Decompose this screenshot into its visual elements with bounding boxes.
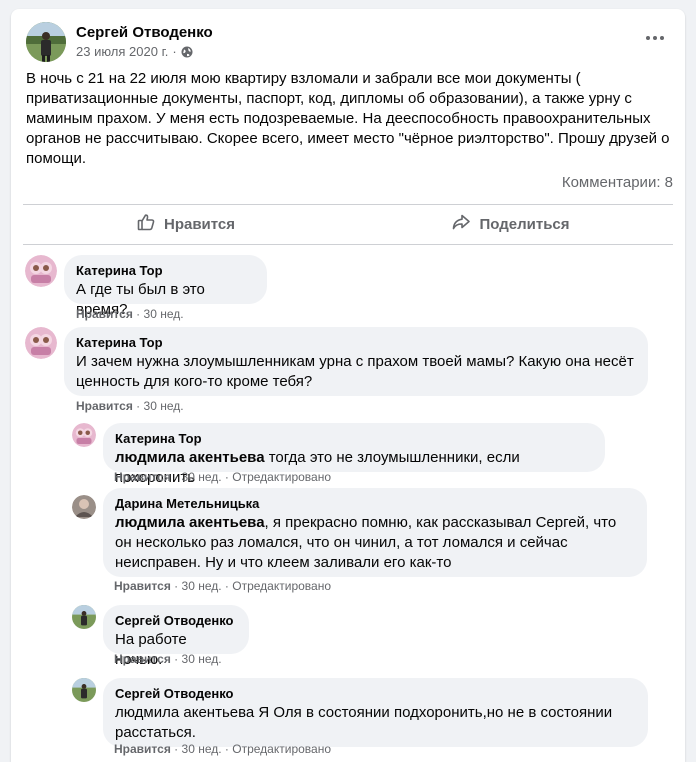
mention-link[interactable]: людмила акентьева [115, 514, 265, 531]
meta-dot: · [174, 652, 179, 666]
comment-bubble: Катерина Тор А где ты был в это время? [64, 255, 267, 318]
comment-meta: Нравится · 30 нед. [76, 399, 184, 413]
comment-time[interactable]: 30 нед. [144, 399, 184, 413]
meta-dot: · [224, 579, 229, 593]
reply-avatar[interactable] [72, 605, 96, 629]
reply-meta: Нравится · 30 нед. · Отредактировано [114, 742, 331, 756]
meta-separator: · [172, 44, 177, 59]
reply-avatar[interactable] [72, 678, 96, 702]
commenter-name[interactable]: Катерина Тор [76, 263, 255, 279]
like-button[interactable]: Нравится [23, 206, 348, 242]
reply-time[interactable]: 30 нед. [182, 579, 222, 593]
reply-text: людмила акентьева Я Оля в состоянии подх… [115, 704, 613, 741]
share-icon [451, 212, 471, 236]
share-button-label: Поделиться [479, 215, 570, 233]
reply-time[interactable]: 30 нед. [182, 652, 222, 666]
comment-bubble: Катерина Тор И зачем нужна злоумышленник… [64, 327, 648, 396]
reply-bubble: Сергей Отводенко На работе ночью. [103, 605, 249, 668]
comments-count[interactable]: Комментарии: 8 [562, 174, 673, 191]
reply-time[interactable]: 30 нед. [182, 470, 222, 484]
post-meta: 23 июля 2020 г. · [76, 44, 193, 59]
commenter-avatar[interactable] [25, 327, 57, 359]
mention-link[interactable]: людмила акентьева [115, 449, 265, 466]
reply-avatar[interactable] [72, 495, 96, 519]
meta-dot: · [174, 470, 179, 484]
meta-dot: · [224, 470, 229, 484]
comment-time[interactable]: 30 нед. [144, 307, 184, 321]
post-author[interactable]: Сергей Отводенко [76, 24, 213, 41]
post-actions: Нравится Поделиться [23, 206, 673, 242]
divider-top [23, 204, 673, 205]
post-card: Сергей Отводенко 23 июля 2020 г. · В ноч… [11, 9, 685, 762]
reply-bubble: Катерина Тор людмила акентьева тогда это… [103, 423, 605, 486]
reply-time[interactable]: 30 нед. [182, 742, 222, 756]
meta-dot: · [174, 579, 179, 593]
more-options-icon[interactable] [643, 30, 667, 46]
meta-dot: · [136, 399, 141, 413]
post-text: В ночь с 21 на 22 июля мою квартиру взло… [26, 70, 670, 167]
post-header: Сергей Отводенко 23 июля 2020 г. · [26, 22, 673, 66]
commenter-name[interactable]: Катерина Тор [76, 335, 636, 351]
reply-meta: Нравится · 30 нед. · Отредактировано [114, 579, 331, 593]
reply-meta: Нравится · 30 нед. [114, 652, 222, 666]
meta-dot: · [224, 742, 229, 756]
reply-like-link[interactable]: Нравится [114, 652, 171, 666]
meta-dot: · [136, 307, 141, 321]
reply-like-link[interactable]: Нравится [114, 470, 171, 484]
edited-label: Отредактировано [232, 470, 332, 484]
reply-bubble: Сергей Отводенко людмила акентьева Я Оля… [103, 678, 648, 747]
reply-like-link[interactable]: Нравится [114, 579, 171, 593]
commenter-avatar[interactable] [25, 255, 57, 287]
reply-like-link[interactable]: Нравится [114, 742, 171, 756]
author-avatar[interactable] [26, 22, 66, 62]
comment-meta: Нравится · 30 нед. [76, 307, 184, 321]
globe-icon [181, 46, 193, 58]
edited-label: Отредактировано [232, 579, 332, 593]
comment-like-link[interactable]: Нравится [76, 399, 133, 413]
comment-like-link[interactable]: Нравится [76, 307, 133, 321]
reply-avatar[interactable] [72, 423, 96, 447]
divider-bottom [23, 244, 673, 245]
reply-bubble: Дарина Метельницька людмила акентьева, я… [103, 488, 647, 577]
reply-text: людмила акентьева, я прекрасно помню, ка… [115, 513, 635, 573]
share-button[interactable]: Поделиться [348, 206, 673, 242]
reply-meta: Нравится · 30 нед. · Отредактировано [114, 470, 331, 484]
post-date[interactable]: 23 июля 2020 г. [76, 44, 168, 59]
comment-text: И зачем нужна злоумышленникам урна с пра… [76, 353, 634, 390]
thumbs-up-icon [136, 212, 156, 236]
commenter-name[interactable]: Дарина Метельницька [115, 496, 635, 512]
like-button-label: Нравится [163, 215, 236, 233]
commenter-name[interactable]: Катерина Тор [115, 431, 593, 447]
commenter-name[interactable]: Сергей Отводенко [115, 613, 237, 629]
commenter-name[interactable]: Сергей Отводенко [115, 686, 636, 702]
edited-label: Отредактировано [232, 742, 332, 756]
meta-dot: · [174, 742, 179, 756]
